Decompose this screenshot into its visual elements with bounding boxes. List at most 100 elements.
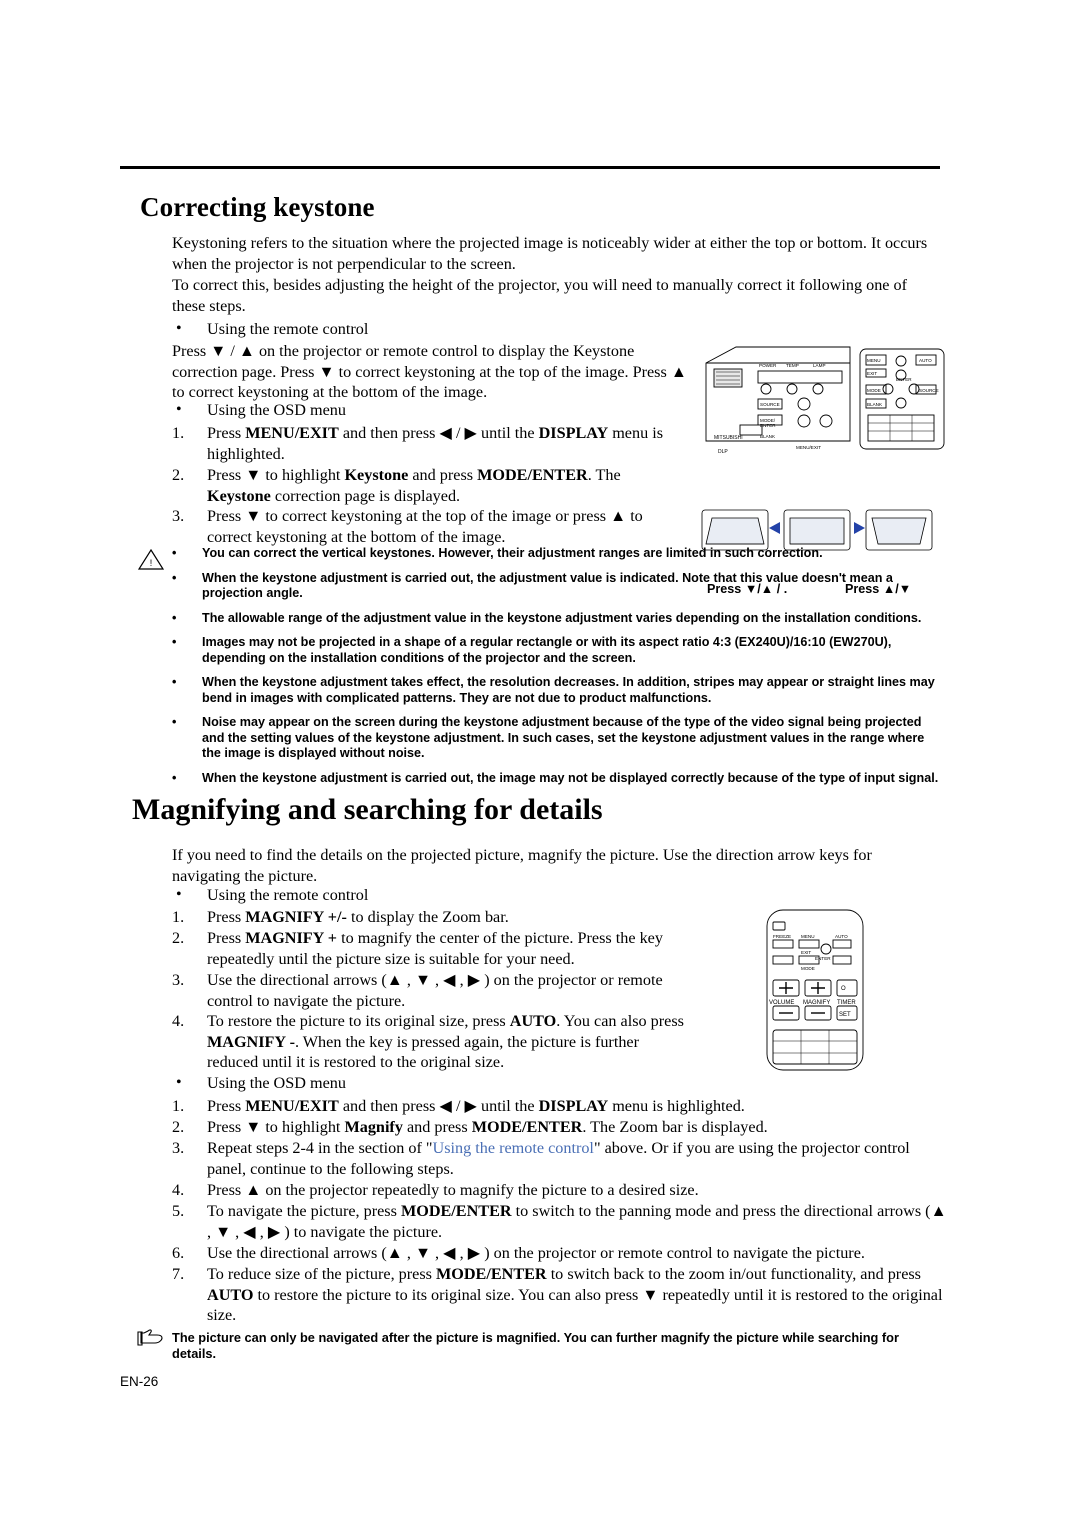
- svg-text:SET: SET: [839, 1012, 851, 1018]
- o2-mid2: and press: [402, 1118, 472, 1136]
- ostep-4-text: Press ▲ on the projector repeatedly to m…: [207, 1180, 947, 1201]
- svg-text:TIMER: TIMER: [837, 1000, 856, 1006]
- intro-paragraph-1: Keystoning refers to the situation where…: [172, 234, 928, 273]
- cross-reference-link[interactable]: Using the remote control: [433, 1139, 594, 1157]
- ostep-number-4: 4.: [172, 1181, 185, 1199]
- svg-text:DLP: DLP: [718, 449, 728, 455]
- step-number-3: 3.: [172, 507, 185, 525]
- mode-enter-key: MODE/ENTER: [477, 466, 588, 484]
- up-arrow-icon: ▲: [238, 342, 255, 360]
- o1-mid2: until the: [476, 1097, 539, 1115]
- svg-text:EXIT: EXIT: [867, 371, 877, 376]
- down-arrow-icon-6: ▼: [898, 582, 912, 596]
- press-right-text: Press: [845, 582, 880, 596]
- up-arrow-icon-5: ▲: [882, 582, 896, 596]
- s1-mid2: until the: [476, 424, 539, 442]
- press-left-keys: / .: [773, 582, 788, 596]
- right-arrow-icon: ▶: [464, 424, 477, 442]
- s2-mid0: to highlight: [261, 466, 345, 484]
- mode-enter-key-2: MODE/ENTER: [471, 1118, 583, 1136]
- o5-post2: ) to navigate the picture.: [284, 1222, 443, 1241]
- svg-text:BLANK: BLANK: [867, 402, 883, 407]
- down-arrow-icon-3: ▼: [245, 466, 262, 484]
- s1-mid: and then press: [338, 424, 440, 442]
- o7-mid: to switch back to the zoom in/out functi…: [546, 1265, 921, 1283]
- svg-text:EXIT: EXIT: [801, 950, 811, 955]
- o6-post: ) on the projector or remote control to …: [484, 1244, 865, 1262]
- r4-mid: . You can also press: [556, 1012, 684, 1030]
- manual-page: Correcting keystone Keystoning refers to…: [0, 0, 1080, 1528]
- mode-enter-key-3: MODE/ENTER: [400, 1202, 512, 1220]
- auto-key-2: AUTO: [207, 1285, 254, 1304]
- o2-post: . The Zoom bar is displayed.: [582, 1118, 768, 1136]
- up-arrow-icon-4: ▲: [760, 582, 774, 596]
- svg-text:MENU/EXIT: MENU/EXIT: [796, 445, 821, 450]
- ostep-number-5: 5.: [172, 1202, 185, 1220]
- magnify-minus-key: MAGNIFY -: [207, 1032, 295, 1051]
- mode-enter-key-4: MODE/ENTER: [436, 1265, 547, 1283]
- rstep-number-1: 1.: [172, 908, 185, 926]
- note-text: Noise may appear on the screen during th…: [202, 715, 925, 760]
- note-text: Images may not be projected in a shape o…: [202, 635, 892, 665]
- note-bullet: •: [172, 546, 177, 560]
- arrow-keys-group-icon: ▲ , ▼ , ◀ , ▶: [386, 971, 485, 989]
- rstep-2-text: Press MAGNIFY + to magnify the center of…: [207, 928, 677, 969]
- projector-control-panel-figure: POWER TEMP LAMP SOURCE MODE/ ENTER BLANK…: [705, 346, 945, 455]
- section-title-magnifying: Magnifying and searching for details: [132, 793, 603, 826]
- svg-text:MITSUBISHI: MITSUBISHI: [714, 435, 743, 441]
- left-arrow-icon-2: ◀: [439, 1097, 452, 1115]
- ostep-number-6: 6.: [172, 1244, 185, 1262]
- note-bullet: •: [172, 770, 177, 785]
- rstep-number-3: 3.: [172, 971, 185, 989]
- o6-pre: Use the directional arrows (: [207, 1244, 387, 1262]
- sep-text: /: [226, 342, 239, 360]
- ostep-number-3: 3.: [172, 1139, 185, 1157]
- left-arrow-icon: ◀: [439, 424, 452, 442]
- remote-keystone-instructions: Press ▼ / ▲ on the projector or remote c…: [172, 341, 687, 403]
- desc-text-2: to correct keystoning at the top of the …: [334, 362, 671, 381]
- bullet-marker: •: [176, 320, 182, 337]
- keystone-examples-figure: [701, 509, 933, 551]
- svg-text:BLANK: BLANK: [760, 434, 776, 439]
- svg-text:SOURCE: SOURCE: [760, 402, 780, 407]
- svg-text:ENTER: ENTER: [760, 423, 776, 428]
- s1-pre: Press: [207, 424, 246, 442]
- svg-text:ENTER: ENTER: [896, 377, 912, 382]
- o3-pre: Repeat steps 2-4 in the section of ": [207, 1139, 433, 1157]
- ostep-7-text: To reduce size of the picture, press MOD…: [207, 1264, 947, 1326]
- svg-text:FREEZE: FREEZE: [773, 934, 791, 939]
- note-text: When the keystone adjustment takes effec…: [202, 675, 935, 705]
- svg-text:AUTO: AUTO: [919, 358, 932, 363]
- bullet-using-remote-control-2: Using the remote control: [207, 886, 369, 904]
- o7-mid2: to restore the picture to its original s…: [253, 1285, 643, 1304]
- down-arrow-icon-7: ▼: [245, 1118, 262, 1136]
- rstep-4-text: To restore the picture to its original s…: [207, 1011, 687, 1073]
- right-arrow-icon-2: ▶: [464, 1097, 477, 1115]
- note-bullet: •: [172, 715, 177, 729]
- warning-triangle-icon: !: [138, 548, 164, 570]
- s1-arrowsep: /: [451, 424, 465, 442]
- press-left-text: Press: [707, 582, 742, 596]
- s3-mid: to correct keystoning at the top of the …: [261, 507, 611, 525]
- menu-exit-key-2: MENU/EXIT: [245, 1097, 339, 1115]
- note-item: • Noise may appear on the screen during t…: [172, 715, 942, 762]
- note-text: The allowable range of the adjustment va…: [202, 610, 922, 625]
- s3-pre: Press: [207, 507, 246, 525]
- o4-pre: Press: [207, 1181, 246, 1199]
- note-text: When the keystone adjustment is carried …: [202, 770, 939, 785]
- o2-pre: Press: [207, 1118, 246, 1136]
- magnify-key: MAGNIFY +/-: [245, 908, 347, 926]
- r2-pre: Press: [207, 929, 246, 947]
- step-1-text: Press MENU/EXIT and then press ◀ / ▶ unt…: [207, 423, 687, 464]
- step-number-1: 1.: [172, 424, 185, 442]
- intro-paragraph-2: To correct this, besides adjusting the h…: [172, 276, 908, 315]
- page-number: EN-26: [120, 1374, 159, 1389]
- magnify-plus-key: MAGNIFY +: [245, 929, 338, 947]
- display-menu-key: DISPLAY: [538, 424, 609, 442]
- svg-text:MAGNIFY: MAGNIFY: [803, 1000, 830, 1006]
- keystone-label-2: Keystone: [207, 486, 271, 505]
- o5-post: to switch to the panning mode and press …: [511, 1202, 931, 1220]
- down-arrow-icon-8: ▼: [642, 1285, 659, 1304]
- ostep-6-text: Use the directional arrows (▲ , ▼ , ◀ , …: [207, 1243, 947, 1264]
- svg-text:O: O: [841, 986, 846, 992]
